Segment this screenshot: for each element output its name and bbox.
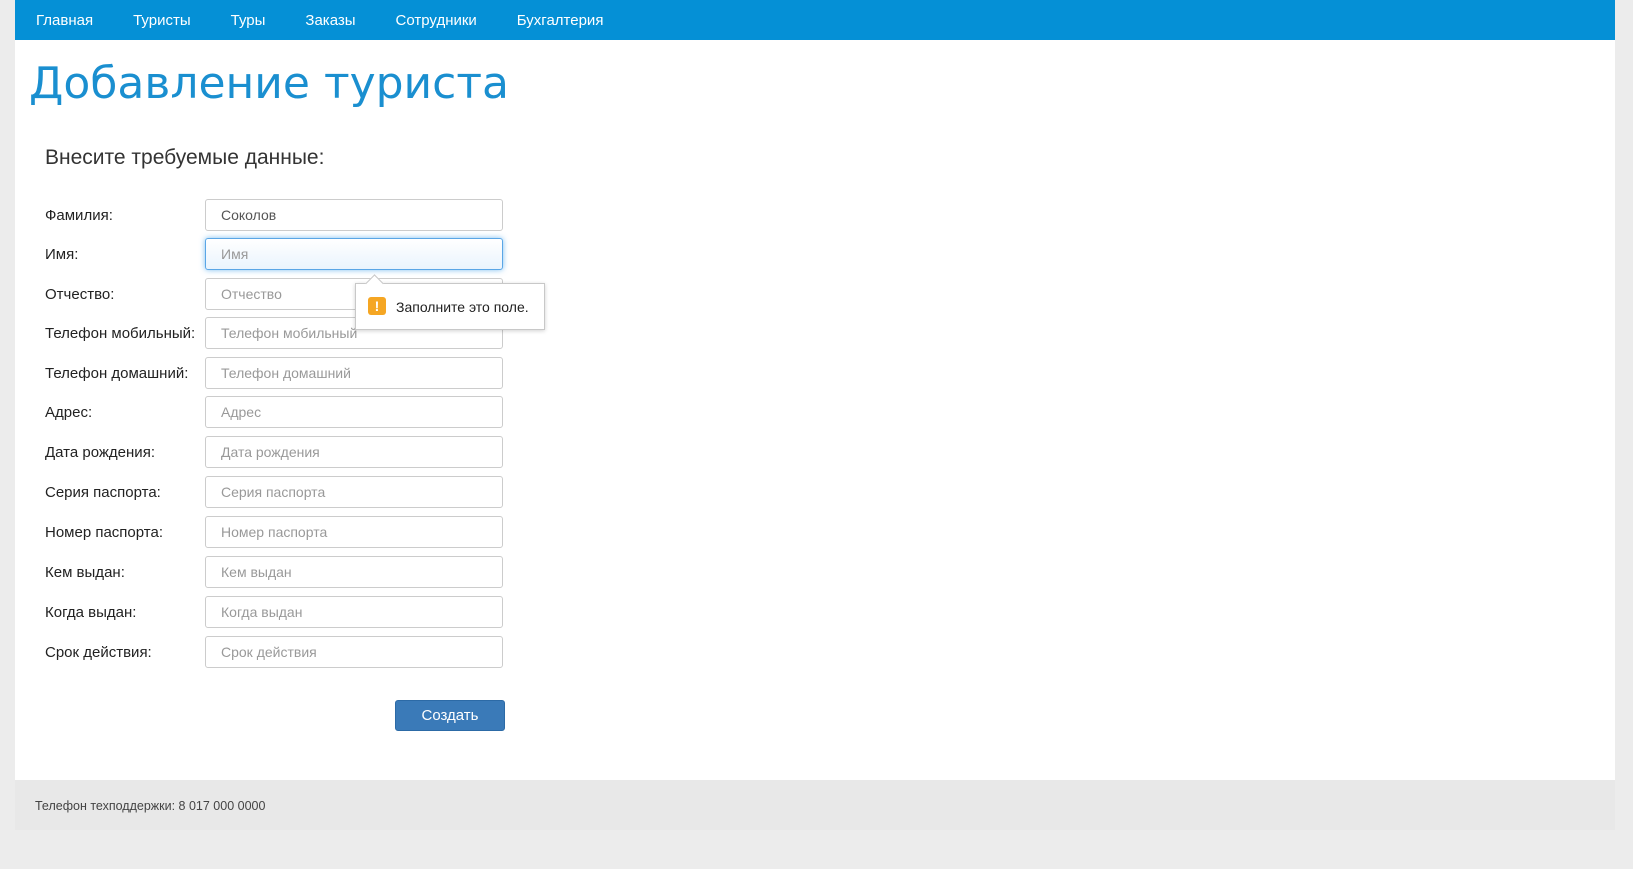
field-label: Имя: [45, 246, 79, 263]
field-label: Когда выдан: [45, 604, 137, 621]
nav-item-home[interactable]: Главная [36, 12, 93, 29]
birth-date-input[interactable] [205, 436, 503, 468]
form-subtitle: Внесите требуемые данные: [45, 146, 325, 169]
form-row-last-name: Фамилия: [45, 199, 525, 233]
form-row-address: Адрес: [45, 396, 525, 430]
top-navbar: Главная Туристы Туры Заказы Сотрудники Б… [15, 0, 1615, 40]
nav-item-tours[interactable]: Туры [231, 12, 266, 29]
address-input[interactable] [205, 396, 503, 428]
last-name-input[interactable] [205, 199, 503, 231]
create-button[interactable]: Создать [395, 700, 505, 731]
field-label: Телефон домашний: [45, 365, 189, 382]
field-label: Номер паспорта: [45, 524, 163, 541]
issue-date-input[interactable] [205, 596, 503, 628]
field-label: Дата рождения: [45, 444, 155, 461]
field-label: Телефон мобильный: [45, 325, 196, 342]
form-row-expiry-date: Срок действия: [45, 636, 525, 670]
form-row-passport-number: Номер паспорта: [45, 516, 525, 550]
footer: Телефон техподдержки: 8 017 000 0000 [15, 780, 1615, 830]
form-row-passport-series: Серия паспорта: [45, 476, 525, 510]
nav-item-employees[interactable]: Сотрудники [396, 12, 477, 29]
nav-item-accounting[interactable]: Бухгалтерия [517, 12, 604, 29]
warning-icon: ! [368, 297, 386, 315]
validation-tooltip: ! Заполните это поле. [355, 274, 545, 330]
field-label: Адрес: [45, 404, 93, 421]
nav-item-orders[interactable]: Заказы [305, 12, 355, 29]
expiry-date-input[interactable] [205, 636, 503, 668]
passport-number-input[interactable] [205, 516, 503, 548]
field-label: Срок действия: [45, 644, 152, 661]
form-row-issue-date: Когда выдан: [45, 596, 525, 630]
home-phone-input[interactable] [205, 357, 503, 389]
form-row-issued-by: Кем выдан: [45, 556, 525, 590]
validation-message: Заполните это поле. [396, 299, 529, 315]
nav-item-tourists[interactable]: Туристы [133, 12, 191, 29]
page-title: Добавление туриста [29, 58, 509, 109]
form-row-birth-date: Дата рождения: [45, 436, 525, 470]
field-label: Кем выдан: [45, 564, 125, 581]
first-name-input[interactable] [205, 238, 503, 270]
support-phone: Телефон техподдержки: 8 017 000 0000 [35, 799, 266, 813]
field-label: Отчество: [45, 286, 115, 303]
passport-series-input[interactable] [205, 476, 503, 508]
page-container: Главная Туристы Туры Заказы Сотрудники Б… [15, 0, 1615, 830]
field-label: Фамилия: [45, 207, 113, 224]
form-row-home-phone: Телефон домашний: [45, 357, 525, 391]
form-row-first-name: Имя: [45, 238, 525, 272]
issued-by-input[interactable] [205, 556, 503, 588]
field-label: Серия паспорта: [45, 484, 161, 501]
